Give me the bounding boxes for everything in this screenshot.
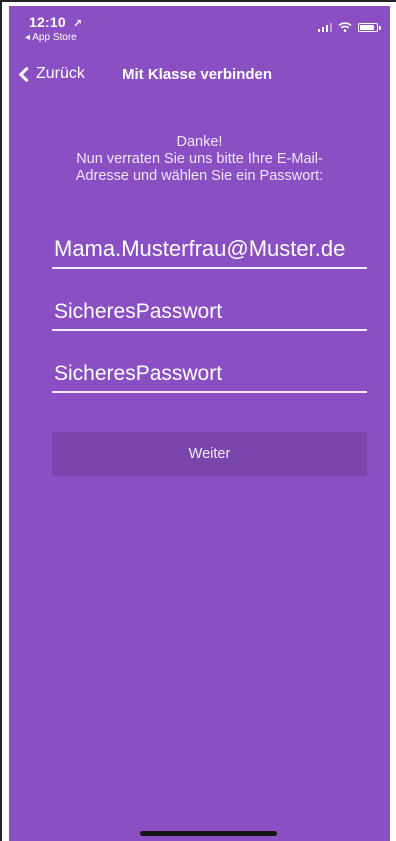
navigation-bar: Zurück Mit Klasse verbinden [9,62,390,94]
screenshot-top-border [0,0,396,2]
home-indicator[interactable] [140,831,277,836]
continue-button-label: Weiter [188,446,231,462]
battery-icon [358,22,381,32]
intro-text: Danke! Nun verraten Sie uns bitte Ihre E… [9,134,390,185]
intro-line-2: Nun verraten Sie uns bitte Ihre E-Mail- [76,151,323,167]
intro-line-3: Adresse und wählen Sie ein Passwort: [75,168,324,184]
page-title: Mit Klasse verbinden [122,66,273,83]
continue-button[interactable]: Weiter [52,432,367,476]
screenshot-left-border [0,0,2,841]
back-button-label: Zurück [36,65,85,82]
status-icons [317,22,381,32]
password-field[interactable]: SicheresPasswort [52,298,367,331]
intro-line-thanks: Danke! [176,134,223,150]
back-to-app-store-link[interactable]: ◂ App Store [25,32,77,43]
app-screen: 12:10 ↗ ◂ App Store Zurück Mit Klasse ve… [9,6,390,841]
status-bar: 12:10 ↗ ◂ App Store [9,6,390,50]
chevron-left-icon [18,66,35,82]
status-time: 12:10 ↗ [29,14,82,30]
status-time-text: 12:10 [29,14,66,30]
location-arrow-icon: ↗ [72,18,83,30]
back-button[interactable]: Zurück [17,65,85,83]
wifi-icon [338,22,352,32]
email-field[interactable]: Mama.Musterfrau@Muster.de [52,235,367,269]
password-confirm-field[interactable]: SicheresPasswort [52,360,367,393]
cellular-signal-icon [317,22,332,32]
